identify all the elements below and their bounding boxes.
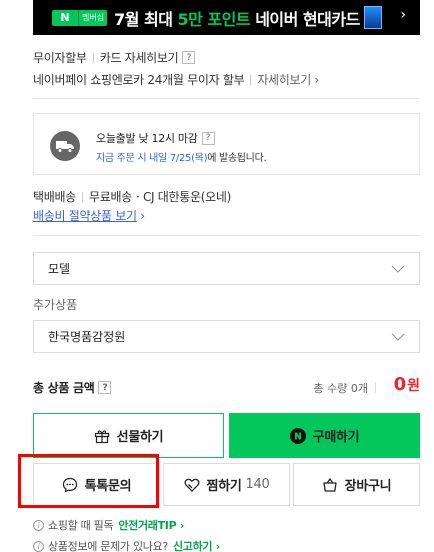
safe-trade-tip: i 쇼핑할 때 필독 안전거래TIP › bbox=[33, 517, 184, 533]
naver-n-logo: N bbox=[52, 9, 78, 26]
naverpay-installment: 네이버페이 쇼핑엔로카 24개월 무이자 할부 자세히보기 › bbox=[33, 71, 319, 88]
separator bbox=[92, 52, 94, 63]
model-select-value: 모델 bbox=[48, 262, 71, 276]
help-icon[interactable]: ? bbox=[98, 381, 112, 394]
wishlist-label: 찜하기 bbox=[206, 479, 242, 494]
safe-trade-tip-text: 쇼핑할 때 필독 bbox=[48, 519, 114, 532]
dispatch-deadline-text: 오늘출발 낮 12시 마감 bbox=[96, 132, 198, 145]
gift-button[interactable]: 선물하기 bbox=[33, 413, 224, 458]
total-quantity: 총 수량 0개 bbox=[313, 382, 368, 395]
card-promo-banner[interactable]: N 멤버십 7월 최대 5만 포인트 네이버 현대카드 › bbox=[33, 0, 420, 35]
separator bbox=[375, 382, 376, 393]
installment-info: 무이자할부 카드 자세히보기 ? bbox=[33, 49, 196, 66]
banner-text-pre: 7월 최대 bbox=[114, 9, 178, 29]
dispatch-info-box: 오늘출발 낮 12시 마감 ? 지금 주문 시 내일 7/25(목)에 발송됩니… bbox=[33, 113, 420, 175]
naverpay-n-icon bbox=[289, 427, 306, 444]
banner-text: 7월 최대 5만 포인트 네이버 현대카드 bbox=[114, 6, 360, 30]
banner-text-highlight: 5만 포인트 bbox=[177, 9, 251, 29]
report-tip-text: 상품정보에 문제가 있나요? bbox=[48, 540, 168, 552]
info-icon: i bbox=[33, 519, 44, 531]
dispatch-deadline: 오늘출발 낮 12시 마감 ? bbox=[96, 130, 215, 146]
report-link[interactable]: 신고하기 › bbox=[173, 538, 220, 552]
total-price-value: 0원 bbox=[394, 374, 420, 395]
chevron-right-icon: › bbox=[400, 7, 406, 23]
dispatch-date-highlight: 지금 주문 시 내일 7/25(목) bbox=[96, 153, 208, 164]
installment-details-link[interactable]: 자세히보기 › bbox=[257, 71, 319, 88]
separator bbox=[250, 74, 252, 85]
delivery-info: 택배배송 무료배송 · CJ 대한통운(오네) bbox=[33, 188, 231, 205]
shipping-saving-link[interactable]: 배송비 절약상품 보기 › bbox=[33, 207, 145, 224]
delivery-fee: 무료배송 bbox=[88, 190, 132, 204]
safe-trade-tip-link[interactable]: 안전거래TIP › bbox=[118, 517, 184, 533]
help-icon[interactable]: ? bbox=[201, 131, 215, 145]
total-price-amount: 0 bbox=[393, 374, 407, 395]
banner-text-post: 네이버 현대카드 bbox=[250, 9, 360, 29]
total-price-label: 총 상품 금액 ? bbox=[33, 379, 112, 396]
shopping-bag-icon bbox=[323, 477, 337, 492]
cart-button[interactable]: 장바구니 bbox=[293, 463, 420, 506]
truck-icon bbox=[50, 131, 80, 161]
heart-icon bbox=[184, 478, 200, 492]
naver-membership-badge: N 멤버십 bbox=[52, 9, 108, 26]
wishlist-count: 140 bbox=[245, 477, 270, 492]
gift-button-label: 선물하기 bbox=[116, 430, 164, 445]
chevron-down-icon bbox=[391, 265, 405, 273]
info-icon: i bbox=[33, 540, 44, 552]
cart-button-label: 장바구니 bbox=[344, 479, 392, 494]
talktalk-inquiry-button[interactable]: 톡톡문의 bbox=[33, 463, 160, 506]
delivery-carrier: · CJ 대한통운(오네) bbox=[135, 190, 232, 204]
wishlist-button[interactable]: 찜하기 140 bbox=[163, 463, 290, 506]
currency-unit: 원 bbox=[407, 378, 420, 394]
card-details-link[interactable]: 카드 자세히보기 bbox=[100, 49, 179, 66]
divider bbox=[33, 98, 420, 99]
dispatch-date-rest: 에 발송됩니다. bbox=[207, 153, 267, 164]
chevron-down-icon bbox=[391, 333, 405, 341]
chat-bubble-icon bbox=[62, 477, 77, 493]
delivery-type: 택배배송 bbox=[33, 190, 76, 204]
help-icon[interactable]: ? bbox=[182, 51, 196, 64]
membership-label: 멤버십 bbox=[78, 9, 108, 26]
additional-product-value: 한국명품감정원 bbox=[48, 330, 126, 344]
model-select[interactable]: 모델 bbox=[33, 252, 420, 285]
talktalk-inquiry-label: 톡톡문의 bbox=[84, 479, 132, 494]
additional-product-label: 추가상품 bbox=[33, 298, 78, 312]
chevron-right-icon: › bbox=[140, 209, 145, 223]
gift-icon bbox=[94, 429, 109, 443]
buy-button[interactable]: 구매하기 bbox=[229, 413, 420, 458]
separator bbox=[81, 191, 83, 202]
credit-card-image bbox=[364, 6, 382, 29]
divider bbox=[33, 235, 420, 236]
report-tip: i 상품정보에 문제가 있나요? 신고하기 › bbox=[33, 538, 220, 552]
naverpay-installment-text: 네이버페이 쇼핑엔로카 24개월 무이자 할부 bbox=[33, 73, 245, 87]
no-interest-label: 무이자할부 bbox=[33, 51, 87, 65]
total-price-label-text: 총 상품 금액 bbox=[33, 381, 95, 395]
dispatch-date: 지금 주문 시 내일 7/25(목)에 발송됩니다. bbox=[96, 149, 267, 164]
buy-button-label: 구매하기 bbox=[312, 430, 360, 445]
additional-product-select[interactable]: 한국명품감정원 bbox=[33, 320, 420, 353]
total-price-row: 총 상품 금액 ? 총 수량 0개 0원 bbox=[33, 374, 420, 398]
shipping-saving-link-text[interactable]: 배송비 절약상품 보기 bbox=[33, 209, 137, 223]
